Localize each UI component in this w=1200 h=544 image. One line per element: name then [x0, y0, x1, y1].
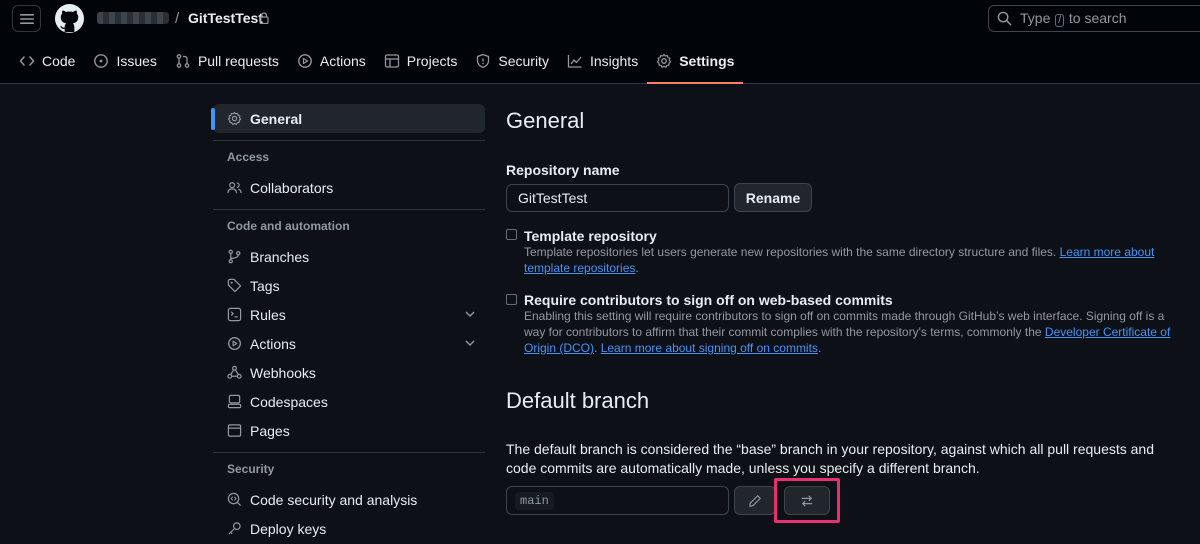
rename-button[interactable]: Rename	[734, 183, 812, 212]
key-icon	[228, 522, 241, 535]
shield-icon	[477, 53, 490, 69]
hamburger-menu-button[interactable]	[12, 5, 41, 32]
signoff-checkbox[interactable]	[506, 294, 517, 305]
branch-name-chip: main	[515, 491, 554, 510]
template-repo-checkbox[interactable]	[506, 229, 517, 240]
repo-nav-tabs: Code Issues Pull requests Actions Projec…	[0, 46, 744, 84]
default-branch-title: Default branch	[506, 388, 650, 413]
tab-settings[interactable]: Settings	[647, 46, 744, 84]
play-icon	[228, 337, 241, 350]
search-input[interactable]: Type / to search	[988, 5, 1200, 32]
sidebar-item-pages[interactable]: Pages	[213, 416, 485, 445]
default-branch-field: main	[506, 486, 729, 515]
branch-icon	[228, 249, 241, 264]
tab-code[interactable]: Code	[10, 46, 84, 76]
gear-icon	[227, 111, 242, 125]
signoff-label: Require contributors to sign off on web-…	[524, 292, 893, 308]
signoff-description: Enabling this setting will require contr…	[524, 309, 1171, 355]
sidebar-item-webhooks[interactable]: Webhooks	[213, 358, 485, 387]
gear-icon	[657, 53, 672, 68]
tab-insights[interactable]: Insights	[558, 46, 647, 76]
sidebar-item-collaborators[interactable]: Collaborators	[213, 173, 485, 202]
sidebar-item-rules[interactable]: Rules	[213, 300, 485, 329]
pull-request-icon	[176, 54, 190, 68]
chevron-down-icon[interactable]	[464, 337, 476, 349]
sidebar-heading-access: Access	[227, 150, 270, 164]
sidebar-item-actions[interactable]: Actions	[213, 329, 485, 358]
sidebar-heading-code-automation: Code and automation	[227, 219, 350, 233]
repo-name-label: Repository name	[506, 162, 620, 178]
switch-default-branch-button[interactable]	[784, 486, 830, 515]
tab-security[interactable]: Security	[466, 46, 558, 76]
sidebar-item-code-security[interactable]: Code security and analysis	[213, 485, 485, 514]
table-icon	[384, 54, 399, 68]
chevron-down-icon[interactable]	[464, 308, 476, 320]
sidebar-item-general[interactable]: General	[211, 104, 485, 133]
hamburger-icon	[19, 13, 34, 24]
github-logo-icon[interactable]	[54, 3, 85, 37]
issue-icon	[94, 54, 109, 68]
browser-icon	[227, 424, 242, 437]
default-branch-description: The default branch is considered the “ba…	[506, 441, 1154, 476]
people-icon	[227, 182, 242, 194]
sidebar-item-codespaces[interactable]: Codespaces	[213, 387, 485, 416]
template-repo-description: Template repositories let users generate…	[524, 245, 1155, 275]
arrow-switch-icon	[801, 494, 813, 507]
app-header: / GitTestTest Type / to search Code Issu…	[0, 0, 1200, 84]
sidebar-heading-security: Security	[227, 462, 275, 476]
code-icon	[19, 56, 35, 66]
rules-icon	[227, 307, 242, 322]
search-placeholder: Type / to search	[1020, 10, 1127, 27]
settings-sidebar: General Access Collaborators Code and au…	[211, 104, 485, 543]
play-icon	[297, 54, 312, 68]
pencil-icon	[749, 494, 761, 507]
owner-name-redacted[interactable]	[97, 12, 169, 24]
breadcrumb-separator: /	[175, 10, 180, 27]
webhook-icon	[227, 365, 242, 379]
sidebar-item-tags[interactable]: Tags	[213, 271, 485, 300]
tag-icon	[227, 278, 242, 293]
tab-issues[interactable]: Issues	[84, 46, 165, 76]
rename-branch-button[interactable]	[734, 486, 776, 515]
search-icon	[997, 11, 1012, 26]
template-repo-label: Template repository	[524, 228, 657, 244]
codespaces-icon	[227, 394, 242, 409]
slash-key-hint: /	[1055, 14, 1065, 27]
tab-projects[interactable]: Projects	[375, 46, 467, 76]
learn-more-signoff-link[interactable]: Learn more about signing off on commits	[601, 341, 818, 355]
sidebar-item-branches[interactable]: Branches	[213, 242, 485, 271]
page-title: General	[506, 108, 585, 133]
lock-icon	[259, 11, 269, 27]
tab-pull-requests[interactable]: Pull requests	[166, 46, 288, 76]
repo-name-input[interactable]: GitTestTest	[506, 184, 729, 212]
codescan-icon	[227, 492, 242, 507]
tab-actions[interactable]: Actions	[288, 46, 375, 76]
graph-icon	[567, 55, 582, 68]
repo-name-link[interactable]: GitTestTest	[188, 10, 263, 26]
sidebar-item-deploy-keys[interactable]: Deploy keys	[213, 514, 485, 543]
